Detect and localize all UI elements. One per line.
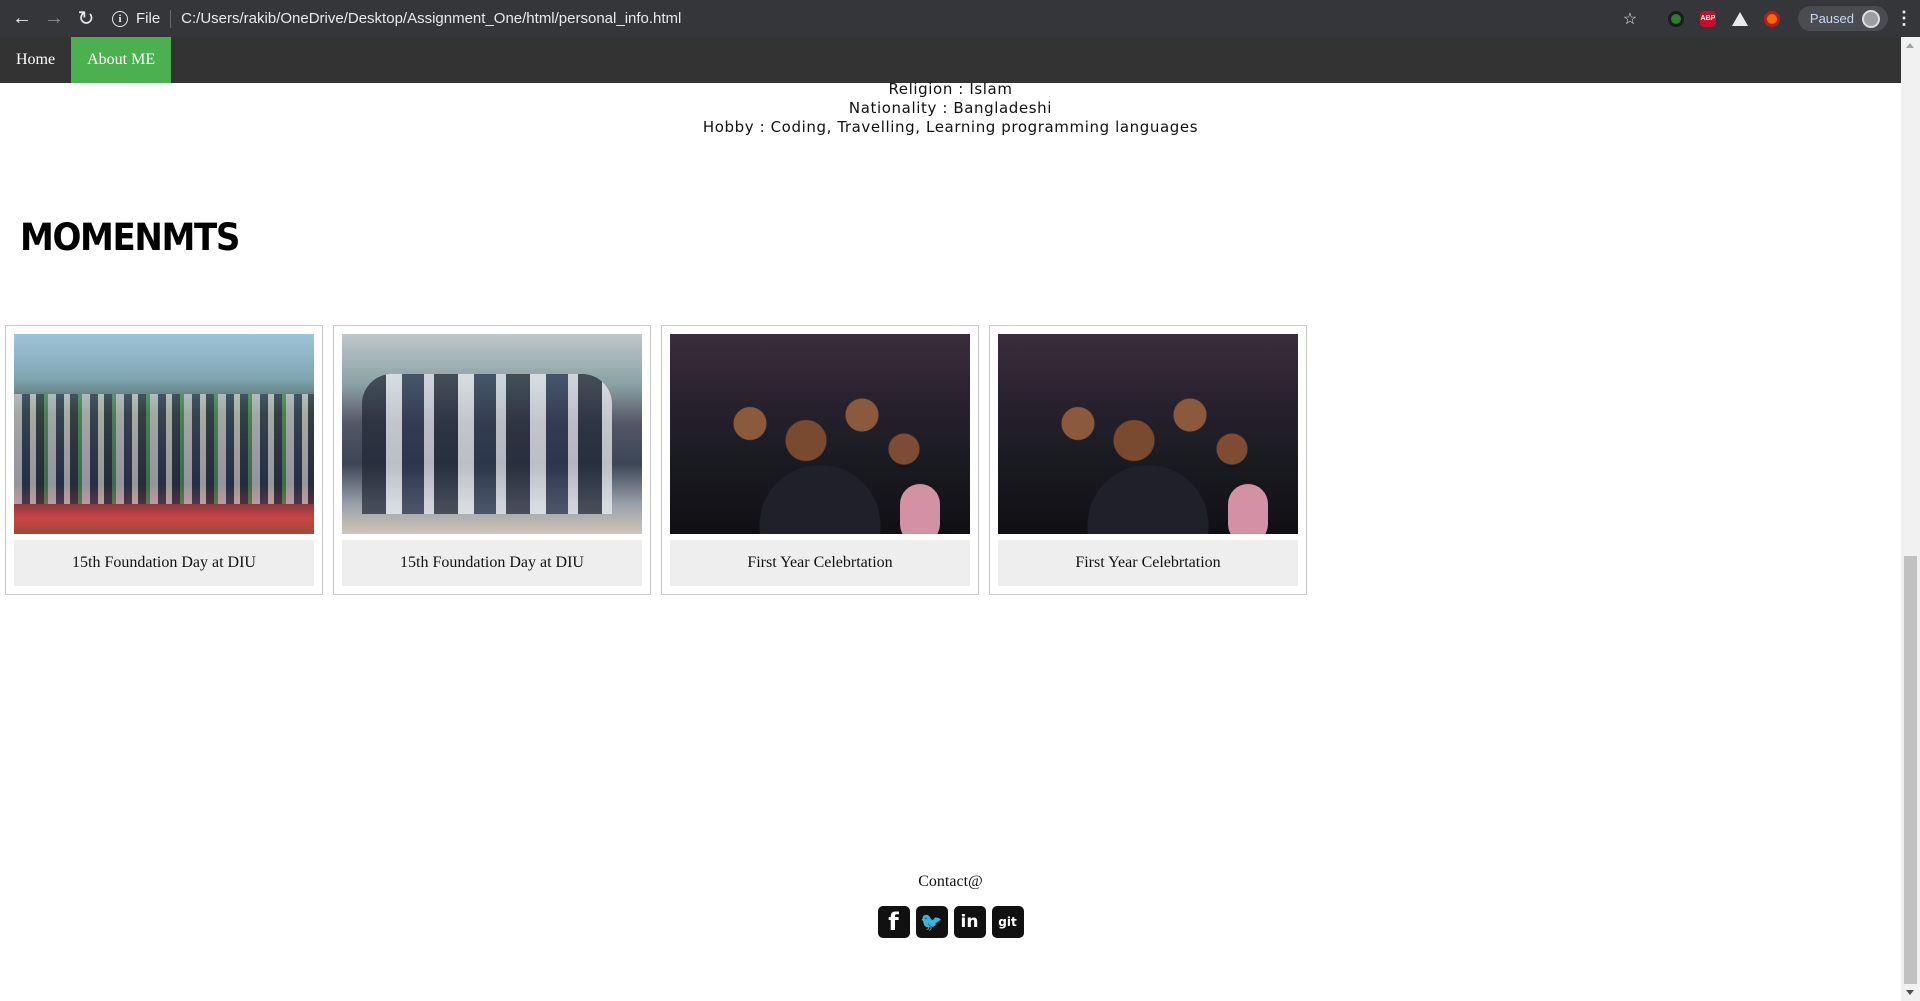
personal-info: Religion : Islam Nationality : Banglades…: [0, 80, 1901, 137]
moment-caption: First Year Celebrtation: [998, 540, 1298, 586]
extension-red-icon[interactable]: [1756, 10, 1788, 27]
drive-extension-icon[interactable]: [1724, 11, 1756, 26]
moment-card[interactable]: First Year Celebrtation: [989, 325, 1307, 595]
social-links: f 🐦 in git: [0, 906, 1901, 938]
forward-icon[interactable]: →: [38, 0, 70, 37]
scroll-up-icon[interactable]: [1906, 43, 1914, 48]
moment-caption: First Year Celebrtation: [670, 540, 970, 586]
religion-line: Religion : Islam: [888, 80, 1013, 98]
hobby-line: Hobby : Coding, Travelling, Learning pro…: [702, 118, 1199, 136]
contact-label: Contact@: [918, 873, 983, 890]
moment-photo[interactable]: [342, 334, 642, 534]
omnibox-divider: [170, 9, 172, 28]
moment-caption: 15th Foundation Day at DIU: [342, 540, 642, 586]
bookmark-star-icon[interactable]: ☆: [1614, 9, 1646, 29]
menu-icon[interactable]: ⋮: [1888, 8, 1920, 29]
nav-home[interactable]: Home: [0, 37, 71, 83]
profile-status: Paused: [1809, 11, 1854, 26]
github-icon[interactable]: git: [991, 906, 1024, 938]
profile-button[interactable]: Paused: [1797, 6, 1888, 31]
url-scheme: File: [136, 10, 161, 27]
moment-caption: 15th Foundation Day at DIU: [14, 540, 314, 586]
nav-about-me[interactable]: About ME: [71, 37, 172, 83]
facebook-icon[interactable]: f: [877, 906, 910, 938]
moments-gallery: 15th Foundation Day at DIU 15th Foundati…: [5, 325, 1307, 595]
moment-card[interactable]: 15th Foundation Day at DIU: [5, 325, 323, 595]
back-icon[interactable]: ←: [6, 0, 38, 37]
moment-photo[interactable]: [998, 334, 1298, 534]
linkedin-icon[interactable]: in: [953, 906, 986, 938]
twitter-icon[interactable]: 🐦: [915, 906, 948, 938]
adblock-icon[interactable]: ABP: [1692, 10, 1724, 27]
browser-toolbar: ← → ↻ i File C:/Users/rakib/OneDrive/Des…: [0, 0, 1920, 37]
site-info-icon[interactable]: i: [112, 10, 128, 27]
footer: Contact@ f 🐦 in git: [0, 873, 1901, 938]
extension-green-icon[interactable]: [1660, 10, 1692, 27]
moment-photo[interactable]: [670, 334, 970, 534]
scroll-down-icon[interactable]: [1906, 990, 1914, 995]
moment-photo[interactable]: [14, 334, 314, 534]
url-text[interactable]: C:/Users/rakib/OneDrive/Desktop/Assignme…: [181, 10, 681, 27]
scrollbar-thumb[interactable]: [1904, 556, 1917, 984]
moment-card[interactable]: 15th Foundation Day at DIU: [333, 325, 651, 595]
moment-card[interactable]: First Year Celebrtation: [661, 325, 979, 595]
vertical-scrollbar[interactable]: [1901, 37, 1920, 1001]
avatar: [1862, 9, 1880, 28]
reload-icon[interactable]: ↻: [70, 0, 102, 37]
moments-heading: MOMENMTS: [20, 216, 240, 259]
nationality-line: Nationality : Bangladeshi: [848, 99, 1053, 117]
site-navbar: Home About ME: [0, 37, 1901, 83]
toolbar-right: ☆ ABP Paused ⋮: [1614, 0, 1920, 37]
address-bar[interactable]: i File C:/Users/rakib/OneDrive/Desktop/A…: [112, 5, 681, 32]
